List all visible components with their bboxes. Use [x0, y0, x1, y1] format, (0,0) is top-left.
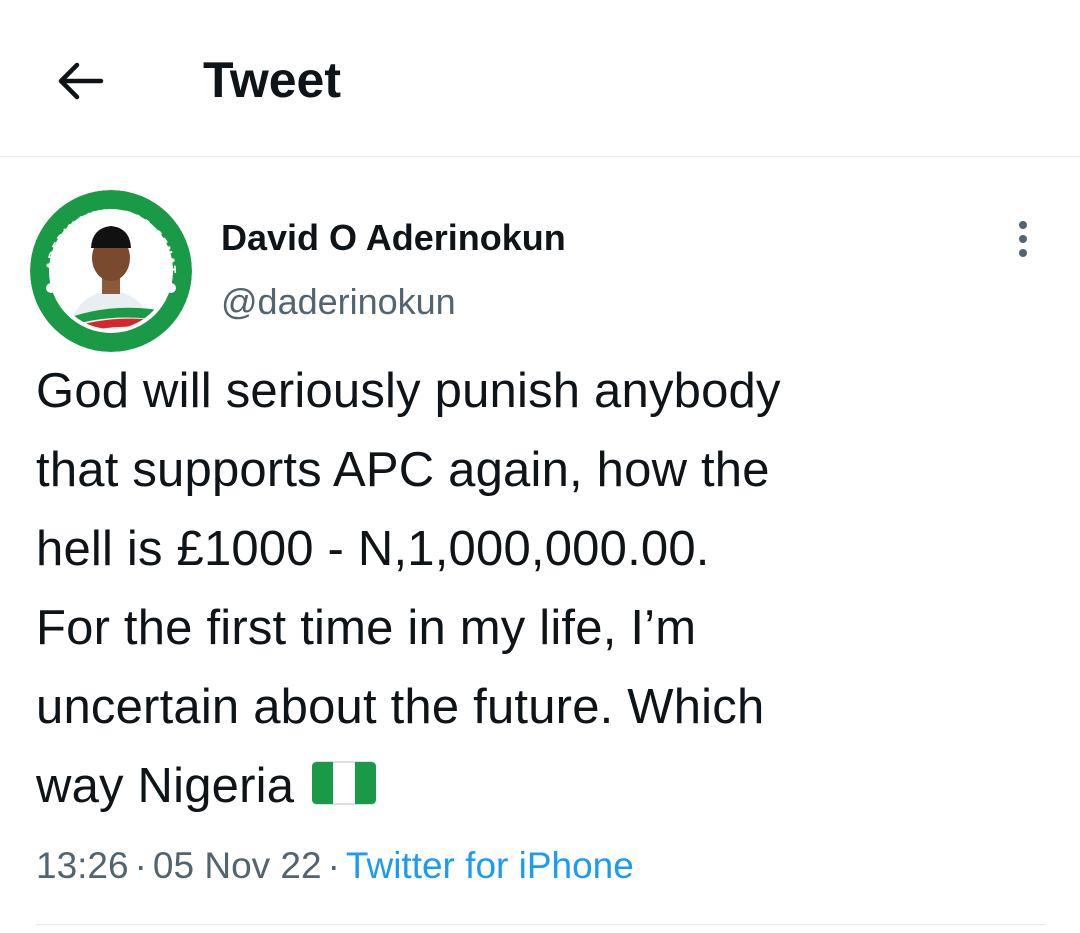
tweet-date[interactable]: 05 Nov 22 [153, 845, 322, 886]
tweet-text-line: hell is £1000 - N,1,000,000.00. [36, 522, 710, 576]
arrow-left-icon [58, 62, 104, 100]
tweet-text-line: uncertain about the future. Which [36, 680, 765, 734]
back-button[interactable] [44, 46, 114, 116]
tweet-text: God will seriously punish anybody that s… [36, 352, 1046, 826]
tweet-text-line: God will seriously punish anybody [36, 364, 781, 418]
author-handle[interactable]: @daderinokun [221, 280, 456, 324]
tweet-text-line: way Nigeria [36, 759, 295, 813]
tweet-text-line: that supports APC again, how the [36, 443, 770, 497]
tweet-text-line: For the first time in my life, I’m [36, 601, 697, 655]
tweet-source-link[interactable]: Twitter for iPhone [346, 845, 634, 886]
author-display-name[interactable]: David O Aderinokun [221, 216, 566, 260]
nigeria-flag-icon [312, 761, 377, 805]
tweet-time[interactable]: 13:26 [36, 845, 129, 886]
more-options-button[interactable] [1000, 212, 1046, 266]
tweet-metadata: 13:26 · 05 Nov 22 · Twitter for iPhone [36, 840, 634, 892]
divider [36, 924, 1046, 925]
avatar[interactable]: ADERINOKUN FOR SENATE [30, 190, 192, 352]
avatar-image: ADERINOKUN FOR SENATE [30, 190, 192, 352]
page-title: Tweet [203, 52, 341, 108]
top-app-bar: Tweet [0, 0, 1080, 157]
tweet-text-last-line: way Nigeria [36, 747, 1046, 826]
more-vertical-icon [1019, 221, 1027, 257]
meta-separator: · [134, 845, 147, 886]
meta-separator: · [327, 845, 340, 886]
